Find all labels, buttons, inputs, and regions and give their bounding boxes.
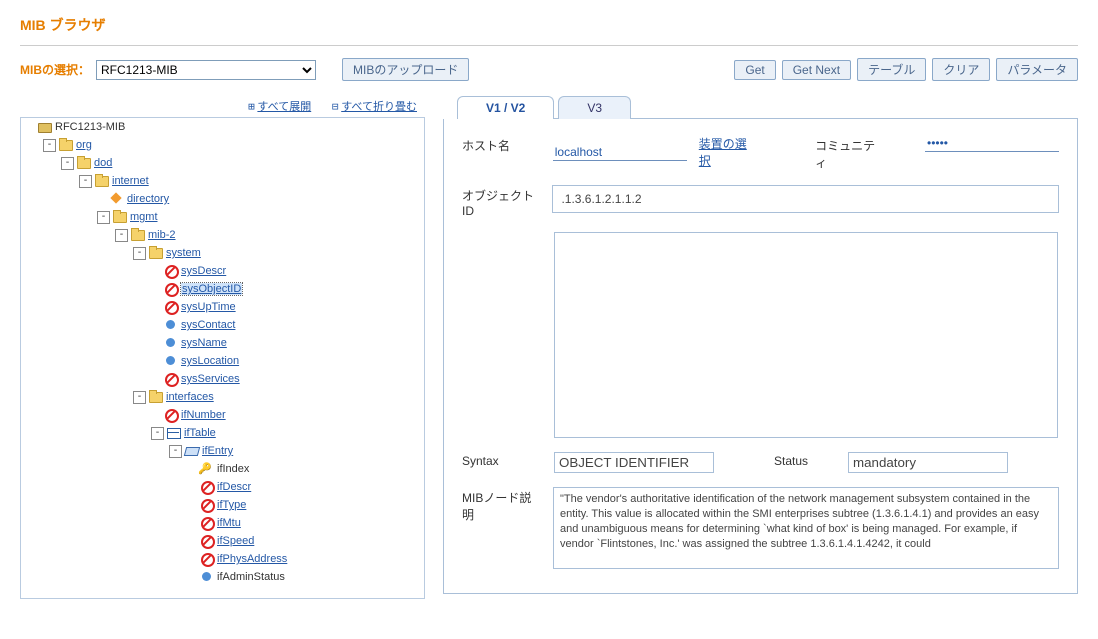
toggle-icon[interactable]: - (115, 229, 128, 242)
expand-all-link[interactable]: ⊞すべて展開 (245, 98, 311, 114)
toggle-icon[interactable]: - (151, 427, 164, 440)
parameter-button[interactable]: パラメータ (996, 58, 1078, 81)
tree-node-ifindex[interactable]: ifIndex (217, 463, 249, 475)
folder-open-icon (149, 391, 163, 403)
tree-node-syslocation[interactable]: sysLocation (181, 355, 239, 367)
page-title: MIB ブラウザ (20, 15, 1078, 35)
tree-node-sysuptime[interactable]: sysUpTime (181, 301, 236, 313)
folder-open-icon (113, 211, 127, 223)
readonly-icon (200, 481, 214, 493)
upload-mib-button[interactable]: MIBのアップロード (342, 58, 469, 81)
readonly-icon (164, 283, 178, 295)
readwrite-icon (164, 319, 178, 331)
folder-open-icon (131, 229, 145, 241)
get-next-button[interactable]: Get Next (782, 60, 851, 80)
toggle-icon[interactable]: - (79, 175, 92, 188)
tree-node-sysdescr[interactable]: sysDescr (181, 265, 226, 277)
table-icon (167, 427, 181, 439)
tree-node-ifphysaddress[interactable]: ifPhysAddress (217, 553, 287, 565)
tree-node-internet[interactable]: internet (112, 175, 149, 187)
community-input[interactable] (925, 135, 1059, 152)
tree-node-iftype[interactable]: ifType (217, 499, 246, 511)
tree-node-org[interactable]: org (76, 139, 92, 151)
readonly-icon (164, 373, 178, 385)
key-icon (200, 463, 214, 475)
readwrite-icon (164, 337, 178, 349)
tree-node-iftable[interactable]: ifTable (184, 427, 216, 439)
toggle-icon[interactable]: - (97, 211, 110, 224)
tree-node-ifmtu[interactable]: ifMtu (217, 517, 241, 529)
device-select-link[interactable]: 装置の選択 (699, 135, 756, 169)
readonly-icon (164, 265, 178, 277)
mib-tree[interactable]: RFC1213-MIB -org -dod -internet director… (20, 117, 425, 599)
toggle-icon[interactable]: - (61, 157, 74, 170)
tree-node-ifnumber[interactable]: ifNumber (181, 409, 226, 421)
mib-select-label: MIBの選択： (20, 61, 90, 78)
diamond-icon (110, 193, 124, 205)
tabs: V1 / V2 V3 (457, 95, 1078, 119)
readonly-icon (200, 553, 214, 565)
mib-icon (38, 121, 52, 133)
status-label: Status (774, 452, 808, 468)
tree-node-sysobjectid[interactable]: sysObjectID (181, 283, 242, 295)
tree-node-mgmt[interactable]: mgmt (130, 211, 158, 223)
readonly-icon (200, 517, 214, 529)
folder-open-icon (149, 247, 163, 259)
readonly-icon (164, 409, 178, 421)
get-button[interactable]: Get (734, 60, 775, 80)
snmp-form: ホスト名 装置の選択 コミュニティ オブジェクトID .1.3.6.1.2.1.… (443, 119, 1078, 594)
tree-node-sysservices[interactable]: sysServices (181, 373, 240, 385)
tree-node-ifadminstatus[interactable]: ifAdminStatus (217, 571, 285, 583)
toggle-icon[interactable]: - (133, 247, 146, 260)
tree-node-interfaces[interactable]: interfaces (166, 391, 214, 403)
readonly-icon (200, 535, 214, 547)
desc-box[interactable]: "The vendor's authoritative identificati… (553, 487, 1059, 569)
toggle-icon[interactable]: - (133, 391, 146, 404)
tree-node-ifspeed[interactable]: ifSpeed (217, 535, 254, 547)
tab-v1v2[interactable]: V1 / V2 (457, 96, 554, 119)
desc-label: MIBノード説明 (462, 487, 543, 523)
tree-node-syscontact[interactable]: sysContact (181, 319, 235, 331)
tree-node-system[interactable]: system (166, 247, 201, 259)
result-textarea[interactable] (554, 232, 1058, 438)
tree-node-mib2[interactable]: mib-2 (148, 229, 176, 241)
tree-node-sysname[interactable]: sysName (181, 337, 227, 349)
tab-v3[interactable]: V3 (558, 96, 631, 119)
mib-select[interactable]: RFC1213-MIB (96, 60, 316, 80)
community-label: コミュニティ (815, 135, 885, 171)
syntax-label: Syntax (462, 452, 544, 468)
tree-node-directory[interactable]: directory (127, 193, 169, 205)
readonly-icon (200, 499, 214, 511)
collapse-all-link[interactable]: ⊟すべて折り畳む (329, 98, 417, 114)
tree-node-dod[interactable]: dod (94, 157, 112, 169)
host-label: ホスト名 (462, 135, 543, 154)
readwrite-icon (164, 355, 178, 367)
syntax-value (554, 452, 714, 473)
clear-button[interactable]: クリア (932, 58, 990, 81)
toolbar: MIBの選択： RFC1213-MIB MIBのアップロード Get Get N… (20, 58, 1078, 81)
status-value (848, 452, 1008, 473)
toggle-icon[interactable]: - (169, 445, 182, 458)
table-button[interactable]: テーブル (857, 58, 926, 81)
divider (20, 45, 1078, 46)
folder-open-icon (77, 157, 91, 169)
entry-icon (185, 445, 199, 457)
tree-root: RFC1213-MIB (55, 121, 125, 133)
oid-box[interactable]: .1.3.6.1.2.1.1.2 (552, 185, 1059, 213)
tree-node-ifdescr[interactable]: ifDescr (217, 481, 251, 493)
tree-node-ifentry[interactable]: ifEntry (202, 445, 233, 457)
oid-label: オブジェクトID (462, 185, 542, 218)
folder-open-icon (59, 139, 73, 151)
host-input[interactable] (553, 144, 687, 161)
readonly-icon (164, 301, 178, 313)
toggle-icon[interactable]: - (43, 139, 56, 152)
readwrite-icon (200, 571, 214, 583)
folder-open-icon (95, 175, 109, 187)
